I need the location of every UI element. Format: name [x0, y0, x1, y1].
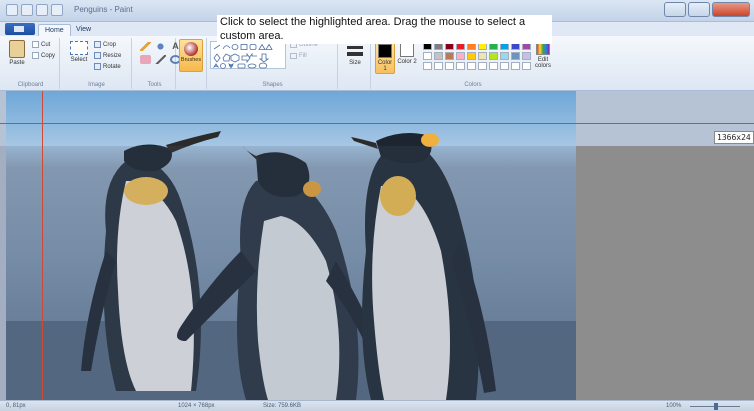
- palette-swatch[interactable]: [511, 62, 520, 70]
- fill-icon[interactable]: [155, 42, 166, 51]
- brushes-button[interactable]: Brushes: [179, 39, 203, 72]
- edit-colors-button[interactable]: Edit colors: [533, 41, 553, 69]
- zoom-level: 100%: [666, 403, 682, 409]
- palette-swatch[interactable]: [434, 52, 443, 60]
- palette-swatch[interactable]: [467, 52, 476, 60]
- copy-icon: [32, 52, 39, 59]
- rotate-button[interactable]: Rotate: [94, 63, 121, 70]
- crop-button[interactable]: Crop: [94, 41, 116, 48]
- fill-shape-icon: [290, 53, 297, 59]
- shapes-icon: [212, 43, 273, 69]
- palette-swatch[interactable]: [445, 62, 454, 70]
- palette-swatch[interactable]: [489, 62, 498, 70]
- tools-group: A Tools: [134, 38, 181, 89]
- palette-swatch[interactable]: [500, 52, 509, 60]
- shapes-group: Outline Fill Shapes: [208, 38, 338, 89]
- zoom-slider-thumb[interactable]: [714, 403, 718, 410]
- palette-swatch[interactable]: [478, 62, 487, 70]
- ribbon: Paste Cut Copy Clipboard Select Crop Res…: [0, 36, 754, 91]
- group-label: Image: [88, 82, 105, 88]
- palette-swatch[interactable]: [478, 52, 487, 60]
- color-palette: [423, 42, 531, 70]
- image-group: Select Crop Resize Rotate Image: [62, 38, 132, 89]
- window-controls: [664, 2, 750, 17]
- vertical-guide-line: [42, 91, 43, 411]
- unselected-dim-overlay: [0, 146, 576, 400]
- palette-swatch[interactable]: [456, 62, 465, 70]
- size-group: Size: [341, 38, 371, 89]
- cursor-position: 0, 81px: [6, 403, 26, 409]
- app-icon[interactable]: [6, 4, 18, 16]
- size-button[interactable]: Size: [345, 41, 365, 66]
- save-icon[interactable]: [21, 4, 33, 16]
- palette-swatch[interactable]: [434, 62, 443, 70]
- scissors-icon: [32, 41, 39, 48]
- brush-icon: [184, 42, 198, 56]
- quick-access-toolbar: [6, 4, 63, 16]
- shapes-gallery[interactable]: [210, 41, 286, 69]
- cut-button[interactable]: Cut: [32, 41, 50, 48]
- color-1-swatch: [378, 44, 392, 58]
- status-bar: 0, 81px 1024 × 768px Size: 759.6KB 100%: [0, 400, 754, 411]
- paint-menu-button[interactable]: [5, 23, 35, 35]
- paste-button[interactable]: Paste: [6, 40, 28, 74]
- resize-button[interactable]: Resize: [94, 52, 121, 59]
- horizontal-guide-line: [0, 123, 754, 124]
- palette-swatch[interactable]: [511, 52, 520, 60]
- clipboard-group: Paste Cut Copy Clipboard: [2, 38, 60, 89]
- select-button[interactable]: Select: [68, 41, 90, 63]
- clipboard-icon: [9, 40, 25, 58]
- color-picker-icon[interactable]: [155, 55, 166, 64]
- rotate-icon: [94, 63, 101, 70]
- undo-icon[interactable]: [36, 4, 48, 16]
- brushes-group: Brushes: [177, 38, 207, 89]
- maximize-button[interactable]: [688, 2, 710, 17]
- colors-group: Color 1 Color 2 Edit colors Colors: [373, 38, 573, 89]
- palette-swatch[interactable]: [423, 62, 432, 70]
- palette-swatch[interactable]: [500, 62, 509, 70]
- palette-swatch[interactable]: [522, 52, 531, 60]
- tools-grid: A: [140, 42, 181, 64]
- window-title: Penguins - Paint: [74, 5, 133, 14]
- paint-window: Penguins - Paint Home View Paste Cut Cop…: [0, 0, 754, 411]
- crop-icon: [94, 41, 101, 48]
- fill-button[interactable]: Fill: [290, 53, 307, 59]
- pencil-icon[interactable]: [140, 42, 151, 51]
- redo-icon[interactable]: [51, 4, 63, 16]
- palette-swatch[interactable]: [456, 52, 465, 60]
- tab-home[interactable]: Home: [38, 24, 71, 36]
- group-label: Colors: [464, 82, 482, 88]
- close-button[interactable]: [712, 2, 750, 17]
- palette-swatch[interactable]: [445, 52, 454, 60]
- snipping-tooltip: Click to select the highlighted area. Dr…: [217, 15, 552, 44]
- group-label: Clipboard: [17, 82, 44, 88]
- minimize-button[interactable]: [664, 2, 686, 17]
- color-2-button[interactable]: Color 2: [397, 40, 417, 74]
- dimension-readout: 1366x24: [714, 131, 754, 144]
- group-label: Shapes: [262, 82, 283, 88]
- palette-swatch[interactable]: [489, 52, 498, 60]
- selection-icon: [70, 41, 88, 55]
- palette-swatch[interactable]: [467, 62, 476, 70]
- canvas-background-dim: [576, 146, 754, 400]
- palette-swatch[interactable]: [522, 62, 531, 70]
- selection-size: 1024 × 768px: [178, 403, 215, 409]
- file-size: Size: 759.6KB: [263, 403, 302, 409]
- palette-swatch[interactable]: [423, 52, 432, 60]
- canvas-workarea: 1366x24: [0, 91, 754, 411]
- group-label: Tools: [147, 82, 162, 88]
- resize-icon: [94, 52, 101, 59]
- eraser-icon[interactable]: [140, 55, 151, 64]
- color-1-button[interactable]: Color 1: [375, 40, 395, 74]
- tab-view[interactable]: View: [70, 24, 97, 36]
- color-2-swatch: [400, 43, 414, 57]
- copy-button[interactable]: Copy: [32, 52, 55, 59]
